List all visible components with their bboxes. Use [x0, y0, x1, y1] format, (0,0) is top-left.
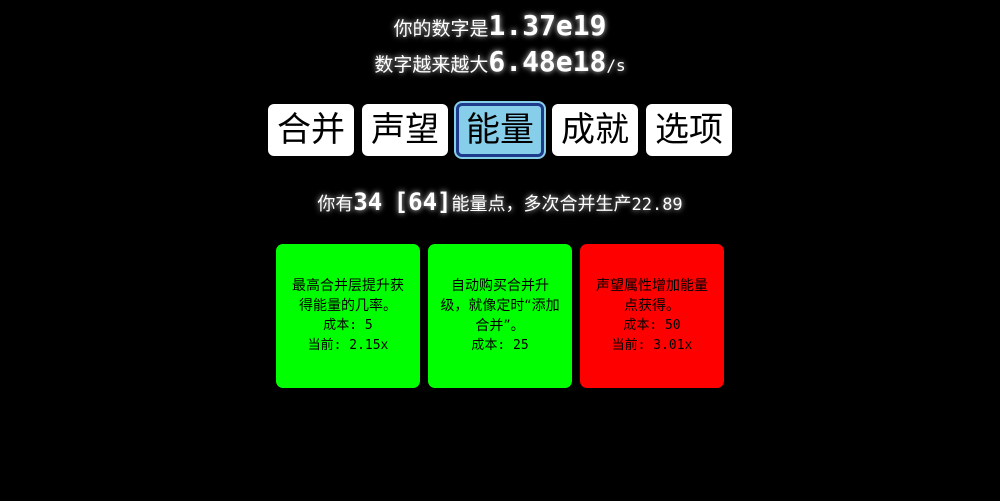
- energy-middle-text: 能量点，多次合并生产: [451, 194, 632, 215]
- upgrade-card-autobuy[interactable]: 自动购买合并升级，就像定时“添加合并”。 成本: 25: [428, 244, 572, 388]
- upgrade-card-chance[interactable]: 最高合并层提升获得能量的几率。 成本: 5 当前: 2.15x: [276, 244, 420, 388]
- upgrade-cost: 成本: 5: [323, 318, 373, 333]
- upgrade-description: 自动购买合并升级，就像定时“添加合并”。: [440, 278, 560, 334]
- energy-info: 你有34 [64]能量点，多次合并生产22.89: [0, 184, 1000, 223]
- rate-display: 数字越来越大6.48e18/s: [0, 44, 1000, 80]
- number-label: 你的数字是: [393, 18, 489, 40]
- tab-energy[interactable]: 能量: [456, 103, 544, 157]
- tab-achievements[interactable]: 成就: [552, 104, 638, 156]
- upgrade-description: 最高合并层提升获得能量的几率。: [292, 278, 404, 314]
- number-display: 你的数字是1.37e19: [0, 8, 1000, 44]
- energy-bracket-points: [64]: [393, 188, 452, 216]
- energy-production: 22.89: [631, 195, 683, 215]
- energy-points: 34: [353, 188, 383, 216]
- upgrade-cost: 成本: 50: [623, 318, 681, 333]
- tab-prestige[interactable]: 声望: [362, 104, 448, 156]
- upgrade-current: 当前: 2.15x: [307, 338, 389, 353]
- tab-merge[interactable]: 合并: [268, 104, 354, 156]
- upgrade-cost: 成本: 25: [471, 338, 529, 353]
- upgrade-card-prestige-boost[interactable]: 声望属性增加能量点获得。 成本: 50 当前: 3.01x: [580, 244, 724, 388]
- number-value: 1.37e19: [488, 9, 607, 42]
- rate-label: 数字越来越大: [374, 54, 489, 76]
- tab-options[interactable]: 选项: [646, 104, 732, 156]
- header: 你的数字是1.37e19 数字越来越大6.48e18/s: [0, 8, 1000, 80]
- rate-value: 6.48e18: [488, 45, 607, 78]
- upgrade-description: 声望属性增加能量点获得。: [596, 278, 708, 314]
- energy-prefix: 你有: [317, 194, 354, 215]
- tab-bar: 合并 声望 能量 成就 选项: [0, 103, 1000, 157]
- upgrade-list: 最高合并层提升获得能量的几率。 成本: 5 当前: 2.15x 自动购买合并升级…: [0, 244, 1000, 388]
- rate-unit: /s: [606, 56, 626, 75]
- upgrade-current: 当前: 3.01x: [611, 338, 693, 353]
